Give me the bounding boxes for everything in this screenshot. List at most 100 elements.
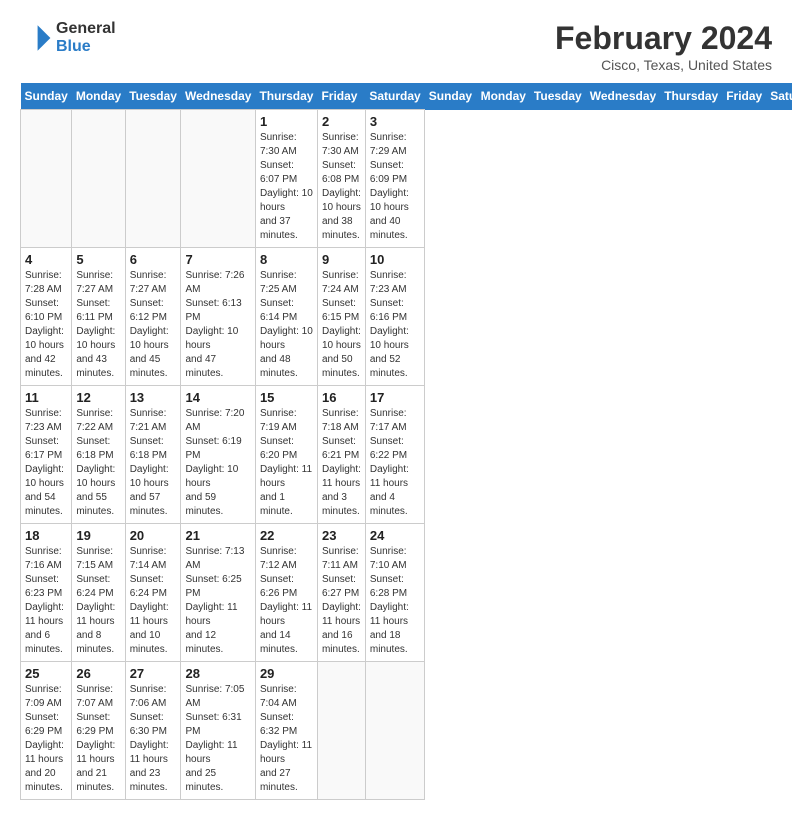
day-info: Sunrise: 7:23 AM Sunset: 6:17 PM Dayligh… bbox=[25, 407, 67, 519]
calendar-cell: 9 Sunrise: 7:24 AM Sunset: 6:15 PM Daylig… bbox=[317, 248, 365, 386]
day-number: 23 bbox=[322, 528, 361, 543]
day-info: Sunrise: 7:25 AM Sunset: 6:14 PM Dayligh… bbox=[260, 269, 313, 381]
calendar-cell: 5 Sunrise: 7:27 AM Sunset: 6:11 PM Daylig… bbox=[72, 248, 125, 386]
calendar-cell: 6Sunrise: 7:27 AM Sunset: 6:12 PM Daylig… bbox=[125, 248, 181, 386]
day-info: Sunrise: 7:14 AM Sunset: 6:24 PM Dayligh… bbox=[130, 545, 177, 657]
calendar-cell: 8 Sunrise: 7:25 AM Sunset: 6:14 PM Daylig… bbox=[255, 248, 317, 386]
day-number: 3 bbox=[370, 114, 420, 129]
day-number: 9 bbox=[322, 252, 361, 267]
logo: General Blue bbox=[20, 20, 116, 55]
calendar-week-1: 4 Sunrise: 7:28 AM Sunset: 6:10 PM Daylig… bbox=[21, 248, 792, 386]
day-info: Sunrise: 7:11 AM Sunset: 6:27 PM Dayligh… bbox=[322, 545, 361, 657]
day-number: 13 bbox=[130, 390, 177, 405]
calendar-cell: 2 Sunrise: 7:30 AM Sunset: 6:08 PM Daylig… bbox=[317, 110, 365, 248]
calendar-cell: 11 Sunrise: 7:23 AM Sunset: 6:17 PM Dayli… bbox=[21, 386, 72, 524]
day-info: Sunrise: 7:07 AM Sunset: 6:29 PM Dayligh… bbox=[76, 683, 120, 795]
calendar-cell: 16Sunrise: 7:18 AM Sunset: 6:21 PM Dayli… bbox=[317, 386, 365, 524]
calendar-cell: 29Sunrise: 7:04 AM Sunset: 6:32 PM Dayli… bbox=[255, 662, 317, 800]
day-number: 8 bbox=[260, 252, 313, 267]
calendar-cell: 4 Sunrise: 7:28 AM Sunset: 6:10 PM Daylig… bbox=[21, 248, 72, 386]
day-number: 27 bbox=[130, 666, 177, 681]
month-title: February 2024 bbox=[555, 20, 772, 57]
calendar-cell: 22 Sunrise: 7:12 AM Sunset: 6:26 PM Dayli… bbox=[255, 524, 317, 662]
day-info: Sunrise: 7:06 AM Sunset: 6:30 PM Dayligh… bbox=[130, 683, 177, 795]
calendar-week-0: 1Sunrise: 7:30 AM Sunset: 6:07 PM Daylig… bbox=[21, 110, 792, 248]
calendar-cell: 28 Sunrise: 7:05 AM Sunset: 6:31 PM Dayli… bbox=[181, 662, 255, 800]
day-number: 28 bbox=[185, 666, 250, 681]
logo-line2: Blue bbox=[56, 38, 116, 56]
day-info: Sunrise: 7:20 AM Sunset: 6:19 PM Dayligh… bbox=[185, 407, 250, 519]
day-info: Sunrise: 7:21 AM Sunset: 6:18 PM Dayligh… bbox=[130, 407, 177, 519]
calendar-cell: 1Sunrise: 7:30 AM Sunset: 6:07 PM Daylig… bbox=[255, 110, 317, 248]
day-number: 26 bbox=[76, 666, 120, 681]
calendar-cell bbox=[21, 110, 72, 248]
day-info: Sunrise: 7:22 AM Sunset: 6:18 PM Dayligh… bbox=[76, 407, 120, 519]
calendar-cell: 17 Sunrise: 7:17 AM Sunset: 6:22 PM Dayli… bbox=[365, 386, 424, 524]
day-number: 4 bbox=[25, 252, 67, 267]
day-number: 14 bbox=[185, 390, 250, 405]
day-number: 21 bbox=[185, 528, 250, 543]
calendar-cell bbox=[181, 110, 255, 248]
day-info: Sunrise: 7:27 AM Sunset: 6:11 PM Dayligh… bbox=[76, 269, 120, 381]
calendar-cell: 19Sunrise: 7:15 AM Sunset: 6:24 PM Dayli… bbox=[72, 524, 125, 662]
day-info: Sunrise: 7:12 AM Sunset: 6:26 PM Dayligh… bbox=[260, 545, 313, 657]
calendar-table: SundayMondayTuesdayWednesdayThursdayFrid… bbox=[20, 83, 792, 800]
calendar-cell bbox=[317, 662, 365, 800]
calendar-cell bbox=[365, 662, 424, 800]
day-header-sunday: Sunday bbox=[425, 83, 477, 110]
title-section: February 2024 Cisco, Texas, United State… bbox=[555, 20, 772, 73]
day-number: 11 bbox=[25, 390, 67, 405]
calendar-week-4: 25 Sunrise: 7:09 AM Sunset: 6:29 PM Dayli… bbox=[21, 662, 792, 800]
calendar-cell: 14 Sunrise: 7:20 AM Sunset: 6:19 PM Dayli… bbox=[181, 386, 255, 524]
day-number: 10 bbox=[370, 252, 420, 267]
day-number: 16 bbox=[322, 390, 361, 405]
day-info: Sunrise: 7:24 AM Sunset: 6:15 PM Dayligh… bbox=[322, 269, 361, 381]
day-number: 24 bbox=[370, 528, 420, 543]
day-header-wednesday: Wednesday bbox=[586, 83, 660, 110]
day-number: 5 bbox=[76, 252, 120, 267]
day-info: Sunrise: 7:16 AM Sunset: 6:23 PM Dayligh… bbox=[25, 545, 67, 657]
calendar-cell: 20Sunrise: 7:14 AM Sunset: 6:24 PM Dayli… bbox=[125, 524, 181, 662]
day-header-tuesday: Tuesday bbox=[125, 83, 181, 110]
calendar-cell: 27 Sunrise: 7:06 AM Sunset: 6:30 PM Dayli… bbox=[125, 662, 181, 800]
day-header-saturday: Saturday bbox=[766, 83, 792, 110]
logo-line1: General bbox=[56, 20, 116, 38]
day-number: 25 bbox=[25, 666, 67, 681]
day-header-friday: Friday bbox=[317, 83, 365, 110]
location: Cisco, Texas, United States bbox=[555, 57, 772, 73]
calendar-cell: 25 Sunrise: 7:09 AM Sunset: 6:29 PM Dayli… bbox=[21, 662, 72, 800]
day-info: Sunrise: 7:05 AM Sunset: 6:31 PM Dayligh… bbox=[185, 683, 250, 795]
calendar-cell: 3Sunrise: 7:29 AM Sunset: 6:09 PM Daylig… bbox=[365, 110, 424, 248]
day-header-wednesday: Wednesday bbox=[181, 83, 255, 110]
day-info: Sunrise: 7:19 AM Sunset: 6:20 PM Dayligh… bbox=[260, 407, 313, 519]
day-info: Sunrise: 7:30 AM Sunset: 6:08 PM Dayligh… bbox=[322, 131, 361, 243]
day-info: Sunrise: 7:27 AM Sunset: 6:12 PM Dayligh… bbox=[130, 269, 177, 381]
calendar-cell: 23 Sunrise: 7:11 AM Sunset: 6:27 PM Dayli… bbox=[317, 524, 365, 662]
day-number: 12 bbox=[76, 390, 120, 405]
day-number: 29 bbox=[260, 666, 313, 681]
day-number: 2 bbox=[322, 114, 361, 129]
calendar-cell: 18Sunrise: 7:16 AM Sunset: 6:23 PM Dayli… bbox=[21, 524, 72, 662]
day-info: Sunrise: 7:26 AM Sunset: 6:13 PM Dayligh… bbox=[185, 269, 250, 381]
day-number: 22 bbox=[260, 528, 313, 543]
day-number: 15 bbox=[260, 390, 313, 405]
day-info: Sunrise: 7:28 AM Sunset: 6:10 PM Dayligh… bbox=[25, 269, 67, 381]
day-number: 19 bbox=[76, 528, 120, 543]
calendar-cell: 12 Sunrise: 7:22 AM Sunset: 6:18 PM Dayli… bbox=[72, 386, 125, 524]
calendar-header-row: SundayMondayTuesdayWednesdayThursdayFrid… bbox=[21, 83, 792, 110]
calendar-week-3: 18Sunrise: 7:16 AM Sunset: 6:23 PM Dayli… bbox=[21, 524, 792, 662]
day-number: 1 bbox=[260, 114, 313, 129]
day-number: 17 bbox=[370, 390, 420, 405]
calendar-cell: 24 Sunrise: 7:10 AM Sunset: 6:28 PM Dayli… bbox=[365, 524, 424, 662]
day-header-tuesday: Tuesday bbox=[530, 83, 586, 110]
logo-icon bbox=[20, 22, 52, 54]
day-header-saturday: Saturday bbox=[365, 83, 424, 110]
calendar-week-2: 11 Sunrise: 7:23 AM Sunset: 6:17 PM Dayli… bbox=[21, 386, 792, 524]
calendar-cell: 21 Sunrise: 7:13 AM Sunset: 6:25 PM Dayli… bbox=[181, 524, 255, 662]
day-info: Sunrise: 7:09 AM Sunset: 6:29 PM Dayligh… bbox=[25, 683, 67, 795]
day-header-monday: Monday bbox=[477, 83, 530, 110]
day-info: Sunrise: 7:10 AM Sunset: 6:28 PM Dayligh… bbox=[370, 545, 420, 657]
day-info: Sunrise: 7:17 AM Sunset: 6:22 PM Dayligh… bbox=[370, 407, 420, 519]
day-info: Sunrise: 7:13 AM Sunset: 6:25 PM Dayligh… bbox=[185, 545, 250, 657]
calendar-cell bbox=[125, 110, 181, 248]
